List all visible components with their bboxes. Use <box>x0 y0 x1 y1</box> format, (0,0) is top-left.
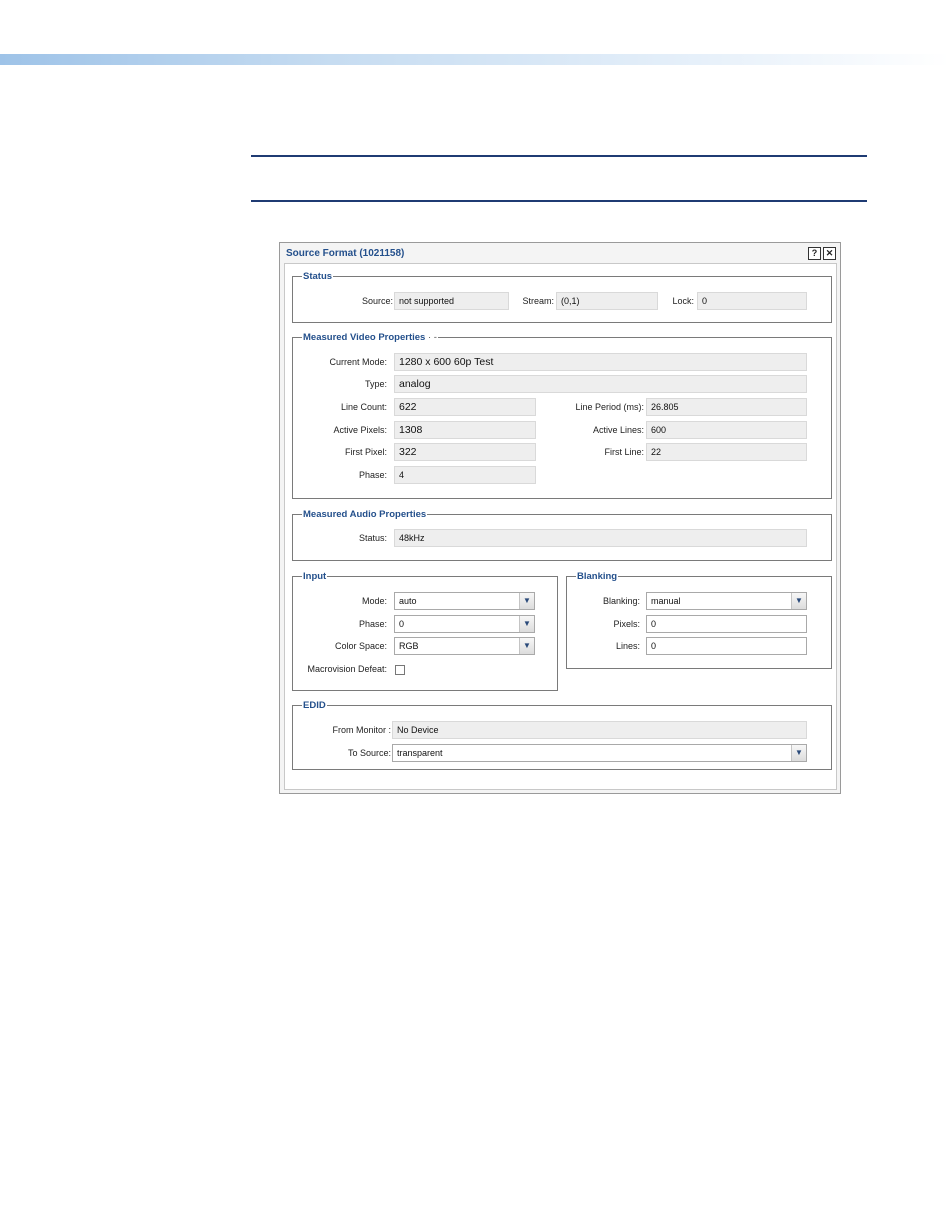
source-format-window: Source Format (1021158) ? ✕ Status Sourc… <box>279 242 841 794</box>
source-value: not supported <box>394 292 509 310</box>
color-space-label: Color Space: <box>334 641 387 651</box>
current-mode-value: 1280 x 600 60p Test <box>394 353 807 371</box>
phase-label: Phase: <box>358 470 387 480</box>
stream-label: Stream: <box>522 296 554 306</box>
to-source-value: transparent <box>397 748 443 758</box>
audio-legend: Measured Audio Properties <box>303 509 427 520</box>
header-color-bar <box>0 54 950 65</box>
first-pixel-label: First Pixel: <box>344 447 387 457</box>
source-label: Source: <box>361 296 393 306</box>
edid-legend: EDID <box>303 700 326 711</box>
window-title: Source Format (1021158) <box>286 248 405 259</box>
first-line-label: First Line: <box>604 447 644 457</box>
chevron-down-icon[interactable]: ▼ <box>791 745 806 761</box>
type-label: Type: <box>364 379 387 389</box>
to-source-label: To Source: <box>347 748 391 758</box>
pixels-label: Pixels: <box>613 619 640 629</box>
active-lines-value: 600 <box>646 421 807 439</box>
stream-value: (0,1) <box>556 292 658 310</box>
active-pixels-value: 1308 <box>394 421 536 439</box>
from-monitor-value: No Device <box>392 721 807 739</box>
window-content: Status Source: not supported Stream: (0,… <box>284 263 837 790</box>
audio-status-label: Status: <box>358 533 387 543</box>
to-source-select[interactable]: transparent ▼ <box>392 744 807 762</box>
chevron-down-icon[interactable]: ▼ <box>519 616 534 632</box>
active-lines-label: Active Lines: <box>592 425 644 435</box>
video-legend-text: Measured Video Properties <box>303 332 426 343</box>
current-mode-label: Current Mode: <box>329 357 387 367</box>
line-period-label: Line Period (ms): <box>575 402 644 412</box>
macrovision-label: Macrovision Defeat: <box>307 664 387 674</box>
active-pixels-label: Active Pixels: <box>333 425 387 435</box>
blanking-value: manual <box>651 596 681 606</box>
video-legend: Measured Video Properties · - <box>302 332 438 343</box>
input-mode-value: auto <box>399 596 417 606</box>
input-phase-value: 0 <box>399 619 405 629</box>
line-count-value: 622 <box>394 398 536 416</box>
pixels-input[interactable]: 0 <box>646 615 807 633</box>
macrovision-checkbox[interactable] <box>395 665 405 675</box>
lines-label: Lines: <box>615 641 640 651</box>
chevron-down-icon[interactable]: ▼ <box>519 638 534 654</box>
blanking-label: Blanking: <box>602 596 640 606</box>
close-icon[interactable]: ✕ <box>823 247 836 260</box>
audio-status-value: 48kHz <box>394 529 807 547</box>
input-mode-label: Mode: <box>361 596 387 606</box>
first-line-value: 22 <box>646 443 807 461</box>
lock-label: Lock: <box>672 296 694 306</box>
phase-value: 4 <box>394 466 536 484</box>
input-mode-select[interactable]: auto ▼ <box>394 592 535 610</box>
help-icon[interactable]: ? <box>808 247 821 260</box>
chevron-down-icon[interactable]: ▼ <box>519 593 534 609</box>
chevron-down-icon[interactable]: ▼ <box>791 593 806 609</box>
from-monitor-label: From Monitor : <box>332 725 391 735</box>
legend-dashes: · - <box>427 332 437 343</box>
color-space-value: RGB <box>399 641 419 651</box>
input-phase-select[interactable]: 0 ▼ <box>394 615 535 633</box>
blanking-legend: Blanking <box>577 571 618 582</box>
color-space-select[interactable]: RGB ▼ <box>394 637 535 655</box>
lines-input[interactable]: 0 <box>646 637 807 655</box>
status-legend: Status <box>303 271 333 282</box>
lock-value: 0 <box>697 292 807 310</box>
first-pixel-value: 322 <box>394 443 536 461</box>
blanking-select[interactable]: manual ▼ <box>646 592 807 610</box>
line-count-label: Line Count: <box>340 402 387 412</box>
type-value: analog <box>394 375 807 393</box>
input-phase-label: Phase: <box>358 619 387 629</box>
line-period-value: 26.805 <box>646 398 807 416</box>
note-box <box>251 155 867 202</box>
input-legend: Input <box>303 571 327 582</box>
